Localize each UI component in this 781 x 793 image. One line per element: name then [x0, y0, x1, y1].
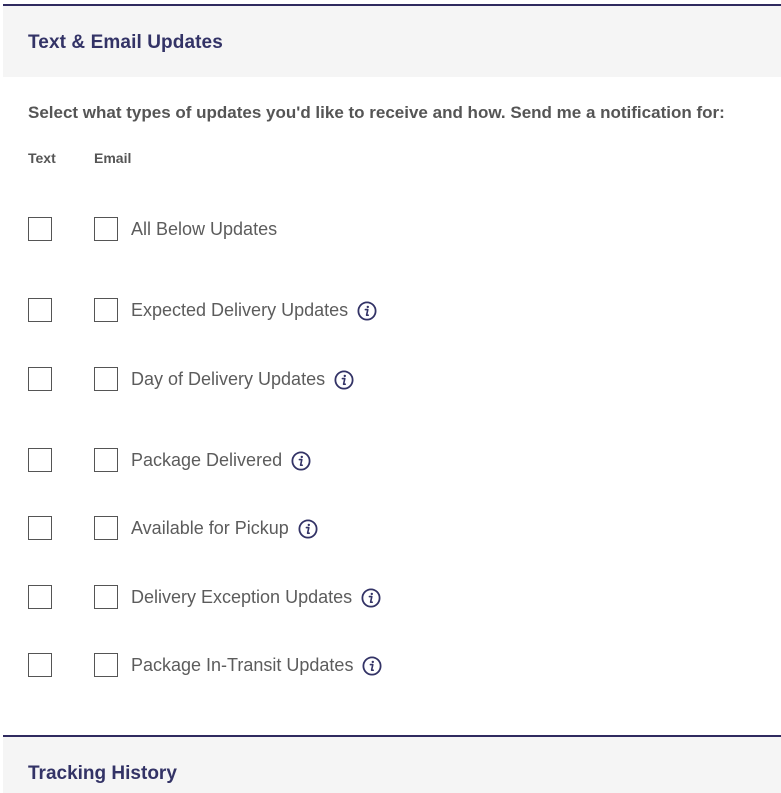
tracking-history-header[interactable]: Tracking History [3, 737, 781, 793]
email-checkbox[interactable] [94, 217, 118, 241]
text-checkbox[interactable] [28, 653, 52, 677]
update-row-label: Package In-Transit Updates [131, 655, 354, 675]
column-header-email: Email [94, 150, 132, 166]
column-header-text: Text [28, 150, 56, 166]
update-row-label-container: Expected Delivery Updates [131, 300, 377, 321]
email-checkbox[interactable] [94, 367, 118, 391]
update-row-label-container: Package Delivered [131, 450, 311, 471]
email-checkbox[interactable] [94, 298, 118, 322]
text-checkbox[interactable] [28, 217, 52, 241]
update-row-available-for-pickup: Available for Pickup [28, 516, 768, 542]
update-row-day-of-delivery: Day of Delivery Updates [28, 367, 768, 393]
update-row-label: Package Delivered [131, 450, 283, 470]
update-row-label: Delivery Exception Updates [131, 587, 353, 607]
info-icon[interactable] [357, 300, 377, 321]
info-icon[interactable] [298, 518, 318, 539]
intro-text: Select what types of updates you'd like … [28, 103, 725, 122]
text-checkbox[interactable] [28, 448, 52, 472]
update-row-label-container: Available for Pickup [131, 518, 318, 539]
update-row-package-in-transit: Package In-Transit Updates [28, 653, 768, 679]
info-icon[interactable] [334, 369, 354, 390]
tracking-history-title: Tracking History [28, 763, 177, 784]
email-checkbox[interactable] [94, 585, 118, 609]
page: Text & Email Updates Select what types o… [0, 0, 781, 793]
update-row-all-below: All Below Updates [28, 217, 768, 243]
update-row-label-container: Package In-Transit Updates [131, 655, 382, 676]
email-checkbox[interactable] [94, 516, 118, 540]
update-row-label-container: Day of Delivery Updates [131, 369, 354, 390]
text-checkbox[interactable] [28, 367, 52, 391]
section-title: Text & Email Updates [28, 32, 223, 53]
update-row-expected-delivery: Expected Delivery Updates [28, 298, 768, 324]
update-row-label-container: Delivery Exception Updates [131, 587, 381, 608]
text-checkbox[interactable] [28, 585, 52, 609]
email-checkbox[interactable] [94, 448, 118, 472]
email-checkbox[interactable] [94, 653, 118, 677]
section-header[interactable]: Text & Email Updates [3, 6, 781, 77]
section-content: Select what types of updates you'd like … [3, 77, 781, 735]
text-checkbox[interactable] [28, 516, 52, 540]
update-row-package-delivered: Package Delivered [28, 448, 768, 474]
info-icon[interactable] [361, 587, 381, 608]
update-row-label: Day of Delivery Updates [131, 369, 326, 389]
info-icon[interactable] [362, 655, 382, 676]
text-checkbox[interactable] [28, 298, 52, 322]
update-row-label: All Below Updates [131, 219, 278, 239]
update-row-label: Available for Pickup [131, 518, 289, 538]
update-row-label: Expected Delivery Updates [131, 300, 349, 320]
update-row-delivery-exception: Delivery Exception Updates [28, 585, 768, 611]
update-row-label-container: All Below Updates [131, 219, 277, 240]
info-icon[interactable] [291, 450, 311, 471]
